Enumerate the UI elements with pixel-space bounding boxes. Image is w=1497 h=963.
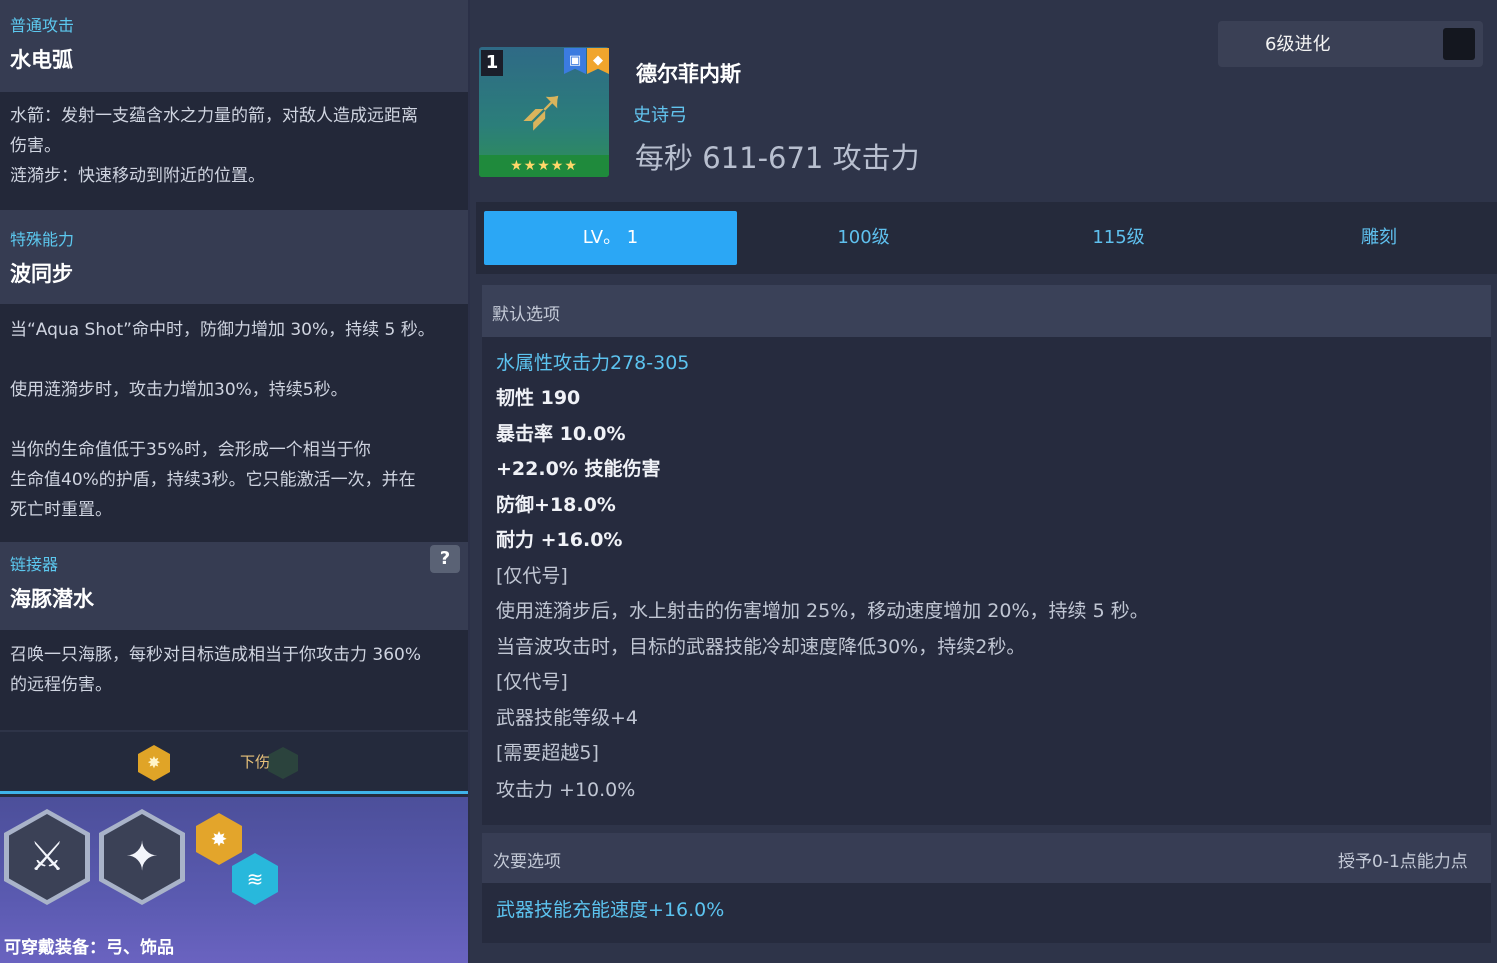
option-line: 使用涟漪步后，水上射击的伤害增加 25%，移动速度增加 20%，持续 5 秒。 [496, 600, 1149, 622]
special-ability-desc-1: 当“Aqua Shot”命中时，防御力增加 30%，持续 5 秒。 [10, 320, 435, 340]
option-line: 韧性 190 [496, 387, 581, 409]
secondary-option-line: 武器技能充能速度+16.0% [496, 899, 725, 921]
evolution-label: 6级进化 [1265, 34, 1331, 55]
option-line: 水属性攻击力278-305 [496, 352, 690, 374]
normal-attack-title: 水电弧 [10, 48, 73, 72]
option-line: 暴击率 10.0% [496, 423, 626, 445]
special-ability-desc-3: 当你的生命值低于35%时，会形成一个相当于你 生命值40%的护盾，持续3秒。它只… [10, 440, 416, 520]
equippable-text: 可穿戴装备：弓、饰品 [4, 938, 174, 958]
normal-attack-label: 普通攻击 [10, 16, 75, 35]
item-stars: ★★★★★ [479, 155, 609, 177]
secondary-options-grant: 授予0-1点能力点 [1338, 852, 1468, 872]
item-name: 德尔菲内斯 [636, 62, 741, 86]
option-line: [仅代号] [496, 671, 568, 693]
linker-label: 链接器 [10, 555, 59, 574]
option-line: +22.0% 技能伤害 [496, 458, 661, 480]
special-ability-desc-2: 使用涟漪步时，攻击力增加30%，持续5秒。 [10, 380, 348, 400]
option-line: [仅代号] [496, 565, 568, 587]
option-line: 攻击力 +10.0% [496, 779, 636, 801]
item-dps: 每秒 611-671 攻击力 [635, 141, 920, 175]
item-type: 史诗弓 [633, 105, 687, 126]
option-line: 武器技能等级+4 [496, 707, 639, 729]
tab-115[interactable]: 115级 [992, 211, 1245, 265]
item-level-badge: 1 [481, 50, 503, 76]
special-ability-title: 波同步 [10, 262, 73, 286]
linker-title: 海豚潜水 [10, 587, 94, 611]
rune-strip [0, 730, 468, 794]
tab-engrave[interactable]: 雕刻 [1245, 211, 1497, 265]
option-line: 防御+18.0% [496, 494, 616, 516]
special-ability-label: 特殊能力 [10, 230, 75, 249]
rune-text: 下伤 [240, 753, 271, 771]
default-options-title: 默认选项 [492, 305, 560, 325]
normal-attack-desc: 水箭：发射一支蕴含水之力量的箭，对敌人造成远距离 伤害。 涟漪步：快速移动到附近… [10, 106, 418, 186]
default-options-header [482, 285, 1491, 337]
evolution-checkbox[interactable] [1443, 28, 1475, 60]
secondary-options-title: 次要选项 [493, 852, 561, 872]
linker-desc: 召唤一只海豚，每秒对目标造成相当于你攻击力 360% 的远程伤害。 [10, 645, 422, 695]
tab-100[interactable]: 100级 [737, 211, 990, 265]
option-line: 当音波攻击时，目标的武器技能冷却速度降低30%，持续2秒。 [496, 636, 1026, 658]
option-line: [需要超越5] [496, 742, 599, 764]
option-line: 耐力 +16.0% [496, 529, 623, 551]
special-ability-header [0, 210, 468, 304]
bow-icon: ➶ [518, 75, 568, 143]
help-button[interactable]: ? [430, 545, 460, 573]
tab-lv1[interactable]: LV。 1 [484, 211, 737, 265]
